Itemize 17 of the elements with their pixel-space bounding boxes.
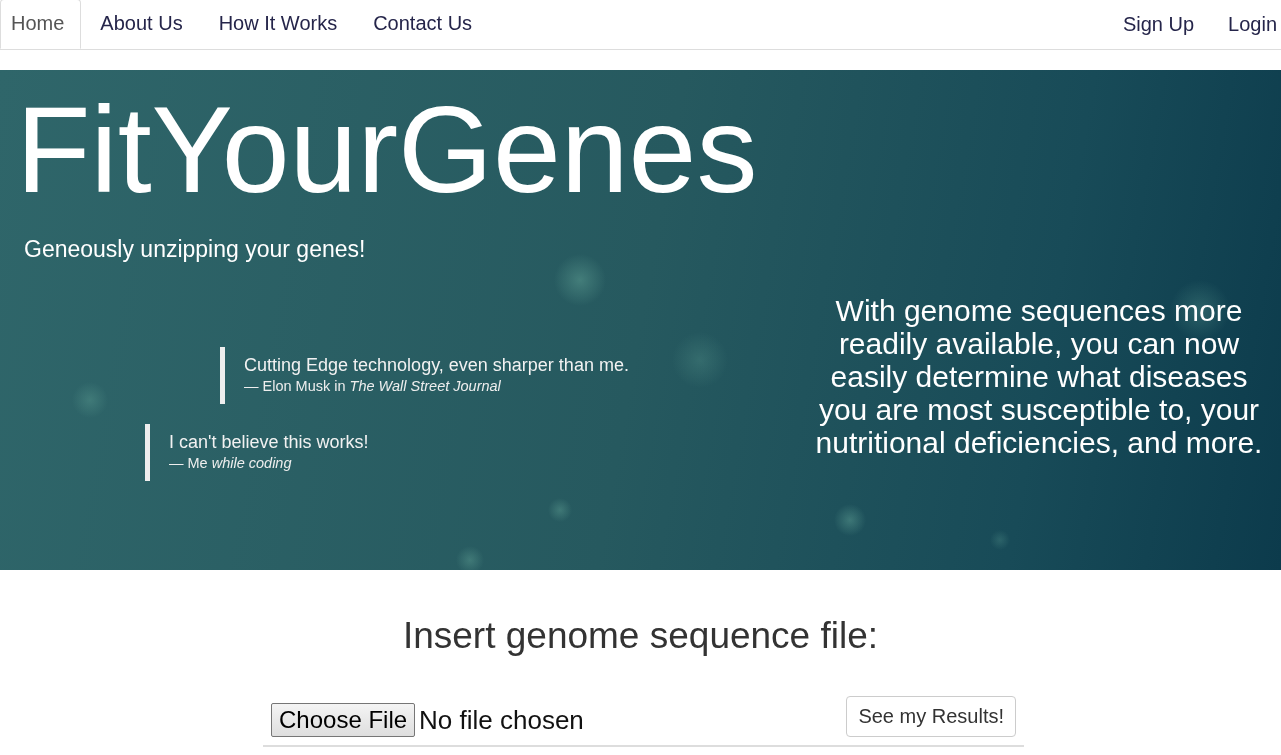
choose-file-button[interactable]: Choose File xyxy=(271,703,416,737)
nav-tab[interactable]: About Us xyxy=(89,0,200,49)
site-title: FitYourGenes xyxy=(16,81,758,220)
upload-heading: Insert genome sequence file: xyxy=(402,616,879,656)
quote-text: I can't believe this works! xyxy=(169,432,369,454)
quote-attribution: — Me while coding xyxy=(169,455,293,472)
file-status-text: No file chosen xyxy=(419,704,584,736)
nav-link[interactable]: Login xyxy=(1228,0,1277,49)
nav-tab[interactable]: Contact Us xyxy=(362,0,490,49)
quote-text: Cutting Edge technology, even sharper than me. xyxy=(244,355,629,377)
nav-link[interactable]: Sign Up xyxy=(1122,0,1195,49)
results-button[interactable]: See my Results! xyxy=(846,696,1016,737)
tagline: Geneously unzipping your genes! xyxy=(24,236,366,264)
hero-description: With genome sequences more readily available, you can now easily determine what diseases you are most susceptible to, your nutritional deficiencies, and more. xyxy=(814,294,1264,460)
quote-attribution: — Elon Musk in The Wall Street Journal xyxy=(244,378,502,395)
nav-tab[interactable]: Home xyxy=(0,0,82,49)
nav-tab[interactable]: How It Works xyxy=(207,0,355,49)
